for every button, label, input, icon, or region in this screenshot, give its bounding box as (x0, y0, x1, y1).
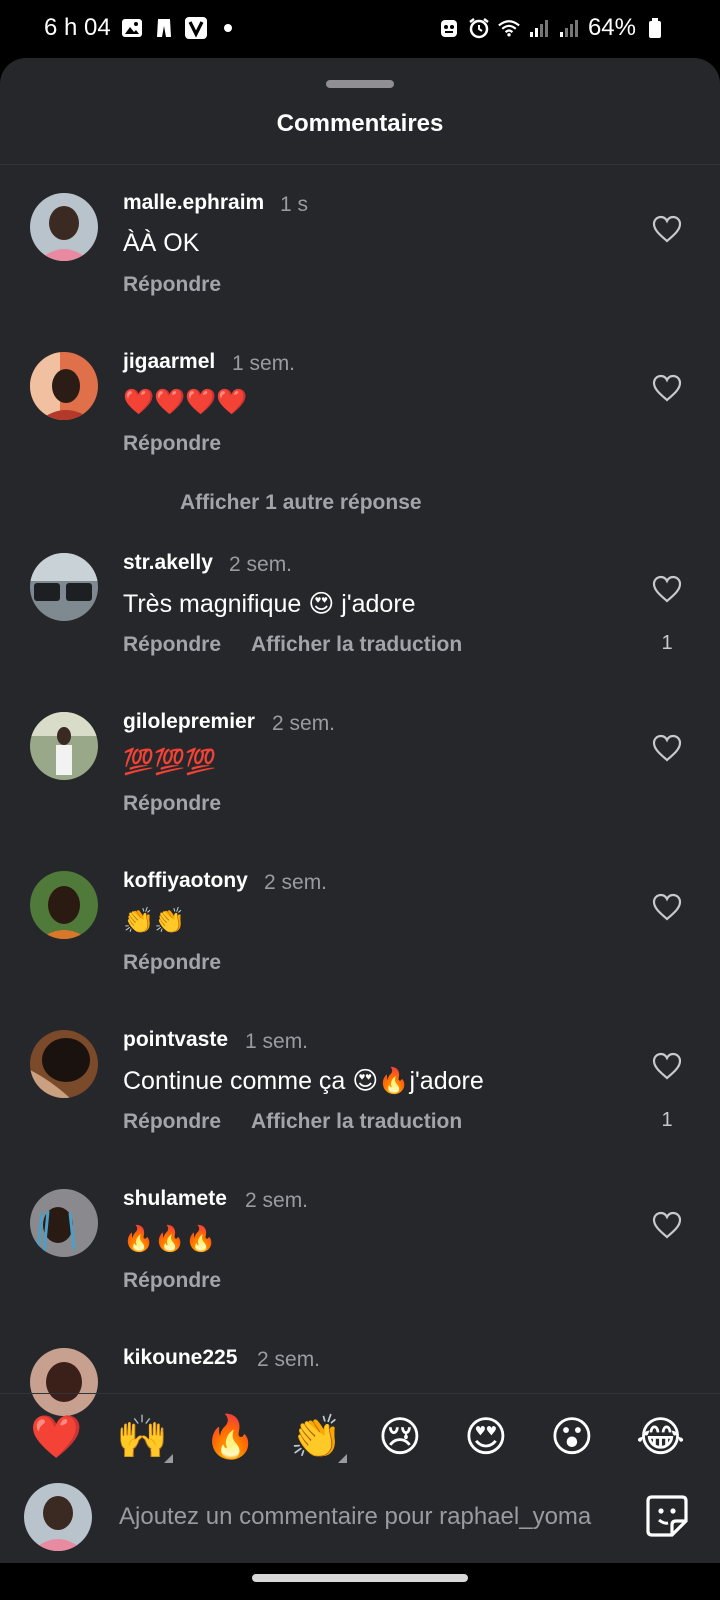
variant-indicator (164, 1454, 173, 1463)
home-gesture-handle[interactable] (252, 1574, 468, 1582)
reply-button[interactable]: Répondre (123, 951, 221, 975)
heart-icon[interactable] (652, 374, 682, 402)
translate-link[interactable]: Afficher la traduction (251, 633, 462, 657)
reaction-surprised[interactable]: 😮 (550, 1414, 594, 1460)
comment-item: koffiyaotony 2 sem. 👏👏 Répondre (0, 843, 720, 993)
comment-username[interactable]: gilolepremier (123, 710, 255, 734)
quick-reactions-bar: ❤️ 🙌 🔥 👏 😢 😍 😮 😂 (0, 1393, 720, 1474)
comment-text: ❤️❤️❤️❤️ (123, 388, 248, 416)
avatar[interactable] (30, 352, 98, 420)
reaction-heart-eyes[interactable]: 😍 (464, 1414, 508, 1460)
reaction-crying[interactable]: 😢 (378, 1414, 422, 1460)
signal-icon (529, 20, 548, 37)
gallery-icon (121, 19, 142, 37)
comment-username[interactable]: str.akelly (123, 551, 213, 575)
comment-text: 🔥🔥🔥 (123, 1225, 217, 1253)
comment-item: shulamete 2 sem. 🔥🔥🔥 Répondre (0, 1161, 720, 1311)
like-count: 1 (661, 1109, 673, 1131)
like-count: 1 (661, 632, 673, 654)
reply-button[interactable]: Répondre (123, 792, 221, 816)
reply-button[interactable]: Répondre (123, 432, 221, 456)
reaction-raised-hands[interactable]: 🙌 (116, 1414, 168, 1460)
pants-icon (156, 19, 171, 37)
comment-composer (0, 1473, 720, 1558)
comment-time: 1 sem. (245, 1030, 309, 1053)
heart-icon[interactable] (652, 215, 682, 243)
sheet-title: Commentaires (276, 110, 444, 137)
reply-button[interactable]: Répondre (123, 1269, 221, 1293)
comment-time: 2 sem. (272, 712, 336, 735)
comment-item: gilolepremier 2 sem. 💯💯💯 Répondre (0, 684, 720, 834)
comment-text: 👏👏 (123, 907, 186, 935)
avatar[interactable] (30, 871, 98, 939)
comment-text: Très magnifique 😍 j'adore (123, 590, 416, 618)
reaction-fire[interactable]: 🔥 (204, 1414, 256, 1460)
comment-time: 2 sem. (264, 871, 328, 894)
comments-list[interactable]: malle.ephraim 1 s ÀÀ OK Répondre jigaarm… (0, 165, 720, 1450)
comments-sheet: Commentaires malle.ephraim 1 s ÀÀ OK Rép… (0, 58, 720, 1600)
avatar[interactable] (30, 1030, 98, 1098)
robot-icon (440, 20, 457, 37)
wifi-icon (498, 20, 520, 37)
comment-username[interactable]: jigaarmel (123, 350, 215, 374)
dot-icon (223, 24, 232, 32)
comment-username[interactable]: kikoune225 (123, 1346, 237, 1370)
heart-icon[interactable] (652, 1052, 682, 1080)
heart-icon[interactable] (652, 575, 682, 603)
heart-icon[interactable] (652, 1211, 682, 1239)
comment-username[interactable]: malle.ephraim (123, 191, 264, 215)
comment-time: 2 sem. (245, 1189, 309, 1212)
comment-item: malle.ephraim 1 s ÀÀ OK Répondre (0, 165, 720, 315)
avatar[interactable] (30, 712, 98, 780)
reaction-clap[interactable]: 👏 (290, 1414, 342, 1460)
comment-time: 1 s (280, 193, 309, 216)
variant-indicator (338, 1454, 347, 1463)
drag-handle[interactable] (326, 80, 394, 88)
comment-item: pointvaste 1 sem. Continue comme ça 😍🔥j'… (0, 1002, 720, 1152)
battery-icon (649, 18, 661, 38)
reply-button[interactable]: Répondre (123, 1110, 221, 1134)
comment-text: ÀÀ OK (123, 229, 200, 257)
status-time: 6 h 04 (44, 14, 111, 41)
comment-time: 2 sem. (229, 553, 293, 576)
comment-item: str.akelly 2 sem. Très magnifique 😍 j'ad… (0, 525, 720, 675)
avatar[interactable] (30, 553, 98, 621)
alarm-icon (469, 18, 489, 39)
comment-username[interactable]: pointvaste (123, 1028, 228, 1052)
signal-icon (559, 20, 578, 37)
comment-text: 💯💯💯 (123, 748, 217, 776)
comment-item: jigaarmel 1 sem. ❤️❤️❤️❤️ Répondre (0, 324, 720, 474)
show-more-replies[interactable]: Afficher 1 autre réponse (180, 491, 422, 515)
comment-text: Continue comme ça 😍🔥j'adore (123, 1067, 484, 1095)
reply-button[interactable]: Répondre (123, 273, 221, 297)
status-bar: 6 h 04 64% (0, 0, 720, 58)
app-v-icon (184, 17, 207, 39)
translate-link[interactable]: Afficher la traduction (251, 1110, 462, 1134)
comment-time: 1 sem. (232, 352, 296, 375)
reaction-laughing[interactable]: 😂 (636, 1414, 685, 1460)
comment-time: 2 sem. (257, 1348, 321, 1371)
avatar[interactable] (30, 1189, 98, 1257)
comment-username[interactable]: koffiyaotony (123, 869, 248, 893)
navigation-bar (0, 1563, 720, 1600)
comment-username[interactable]: shulamete (123, 1187, 227, 1211)
avatar (24, 1483, 92, 1551)
comment-input[interactable] (117, 1499, 626, 1535)
battery-percent: 64% (587, 14, 636, 41)
heart-icon[interactable] (652, 893, 682, 921)
reaction-heart[interactable]: ❤️ (30, 1414, 82, 1460)
heart-icon[interactable] (652, 734, 682, 762)
avatar[interactable] (30, 193, 98, 261)
reply-button[interactable]: Répondre (123, 633, 221, 657)
sticker-icon[interactable] (644, 1493, 690, 1539)
